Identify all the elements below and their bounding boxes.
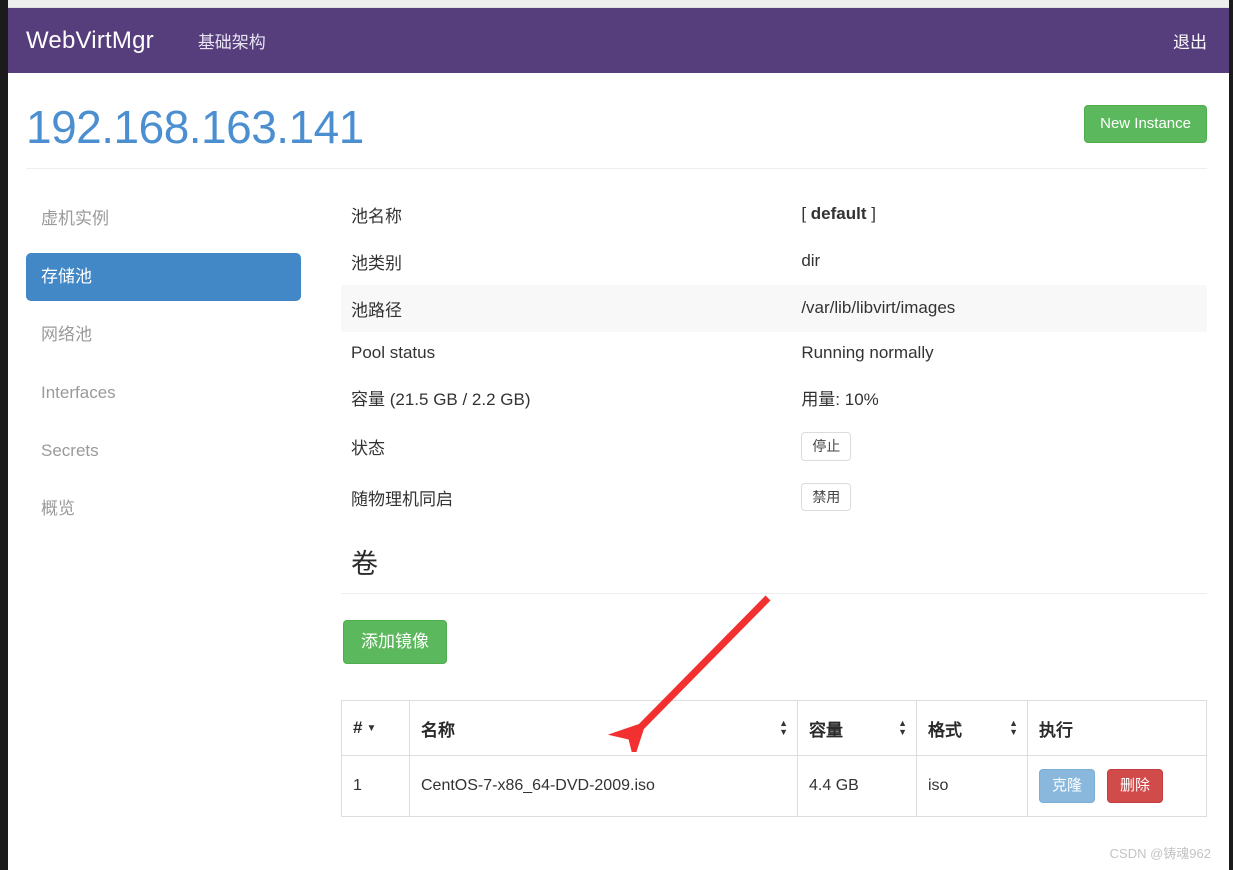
main-row: 虚机实例 存储池 网络池 Interfaces Secrets 概览 池名称 […: [26, 191, 1207, 818]
volume-format: iso: [916, 755, 1028, 818]
volumes-section: 卷 添加镜像 # ▼ 名称 ▲ ▼ 容量 ▲ ▼ 格式 ▲ ▼ 执行 1 Cen…: [341, 548, 1207, 818]
pool-usage-value: 用量: 10%: [801, 389, 879, 409]
volumes-col-name-label: 名称: [421, 720, 455, 740]
volumes-col-format[interactable]: 格式 ▲ ▼: [916, 700, 1028, 757]
volumes-heading: 卷: [351, 549, 378, 580]
sidebar: 虚机实例 存储池 网络池 Interfaces Secrets 概览: [26, 191, 301, 544]
pool-name-bracket-close: ]: [866, 204, 876, 224]
nav-infrastructure[interactable]: 基础架构: [198, 28, 266, 53]
volumes-table: # ▼ 名称 ▲ ▼ 容量 ▲ ▼ 格式 ▲ ▼ 执行 1 CentOS-7-x86_64-D…: [341, 700, 1207, 818]
sidebar-item-instances[interactable]: 虚机实例: [26, 195, 301, 243]
pool-detail-row-name: 池名称 [ default ]: [341, 191, 1207, 238]
pool-name-label: 池名称: [351, 206, 402, 226]
clone-volume-button[interactable]: 克隆: [1039, 769, 1096, 804]
volumes-col-size[interactable]: 容量 ▲ ▼: [797, 700, 917, 757]
volumes-col-format-label: 格式: [928, 720, 962, 740]
sidebar-item-secrets[interactable]: Secrets: [26, 427, 301, 475]
volumes-col-index-label: #: [353, 718, 363, 738]
sidebar-item-storages[interactable]: 存储池: [26, 252, 301, 302]
pool-details-table: 池名称 [ default ] 池类别 dir 池路径 /var/lib/lib…: [341, 191, 1207, 523]
pool-type-label: 池类别: [351, 253, 402, 273]
pool-autostart-cell: 禁用: [791, 472, 1207, 523]
pool-status-label: Pool status: [351, 342, 436, 362]
sort-both-icon-size: ▲ ▼: [898, 718, 907, 738]
page-content: 192.168.163.141 New Instance 虚机实例 存储池 网络…: [8, 73, 1229, 818]
sidebar-item-interfaces[interactable]: Interfaces: [26, 369, 301, 417]
pool-status-value: Running normally: [801, 342, 934, 362]
pool-detail-row-type: 池类别 dir: [341, 238, 1207, 285]
pool-autostart-label: 随物理机同启: [351, 489, 453, 509]
window-top-strip: [8, 0, 1229, 8]
pool-capacity-label: 容量 (21.5 GB / 2.2 GB): [351, 389, 531, 409]
volumes-col-size-label: 容量: [809, 720, 843, 740]
table-row: 1 CentOS-7-x86_64-DVD-2009.iso 4.4 GB is…: [341, 755, 1207, 818]
volume-index: 1: [341, 755, 410, 818]
new-instance-button[interactable]: New Instance: [1084, 105, 1207, 143]
sidebar-item-overview[interactable]: 概览: [26, 485, 301, 533]
volumes-col-index[interactable]: # ▼: [341, 700, 410, 757]
top-navbar: WebVirtMgr 基础架构 退出: [8, 8, 1229, 73]
volume-size: 4.4 GB: [797, 755, 917, 818]
volumes-col-name[interactable]: 名称 ▲ ▼: [409, 700, 798, 757]
pool-path-value: /var/lib/libvirt/images: [791, 284, 1207, 332]
sort-descending-icon: ▼: [366, 723, 377, 735]
pool-type-value: dir: [801, 251, 821, 271]
browser-page: WebVirtMgr 基础架构 退出 192.168.163.141 New I…: [0, 0, 1233, 870]
sort-both-icon-name: ▲ ▼: [779, 718, 788, 738]
pool-state-label: 状态: [351, 438, 385, 458]
volume-actions: 克隆 删除: [1027, 755, 1207, 818]
pool-detail-row-autostart: 随物理机同启 禁用: [341, 472, 1207, 523]
volume-name: CentOS-7-x86_64-DVD-2009.iso: [409, 755, 798, 818]
sort-both-icon-format: ▲ ▼: [1009, 718, 1018, 738]
watermark: CSDN @铸魂962: [1109, 846, 1211, 861]
pool-name-value: [ default ]: [791, 191, 1207, 238]
pool-path-label: 池路径: [341, 284, 792, 332]
page-header: 192.168.163.141 New Instance: [26, 73, 1207, 169]
app-brand[interactable]: WebVirtMgr: [26, 27, 154, 55]
pool-detail-row-capacity: 容量 (21.5 GB / 2.2 GB) 用量: 10%: [341, 374, 1207, 421]
stop-pool-button[interactable]: 停止: [801, 431, 852, 461]
page-title: 192.168.163.141: [26, 101, 364, 153]
volumes-table-header-row: # ▼ 名称 ▲ ▼ 容量 ▲ ▼ 格式 ▲ ▼ 执行: [341, 700, 1207, 757]
pool-detail-row-state: 状态 停止: [341, 421, 1207, 472]
pool-name-text: default: [810, 204, 867, 224]
add-image-button[interactable]: 添加镜像: [343, 619, 447, 665]
detail-pane: 池名称 [ default ] 池类别 dir 池路径 /var/lib/lib…: [301, 191, 1207, 818]
delete-volume-button[interactable]: 删除: [1107, 769, 1164, 804]
logout-link[interactable]: 退出: [1173, 28, 1207, 53]
pool-detail-row-path: 池路径 /var/lib/libvirt/images: [341, 284, 1207, 332]
volumes-divider: [341, 592, 1207, 594]
volumes-col-actions: 执行: [1027, 700, 1207, 757]
disable-autostart-button[interactable]: 禁用: [801, 482, 852, 512]
pool-name-bracket-open: [: [801, 204, 811, 224]
pool-state-cell: 停止: [791, 421, 1207, 472]
pool-detail-row-status: Pool status Running normally: [341, 332, 1207, 374]
sidebar-item-networks[interactable]: 网络池: [26, 311, 301, 359]
